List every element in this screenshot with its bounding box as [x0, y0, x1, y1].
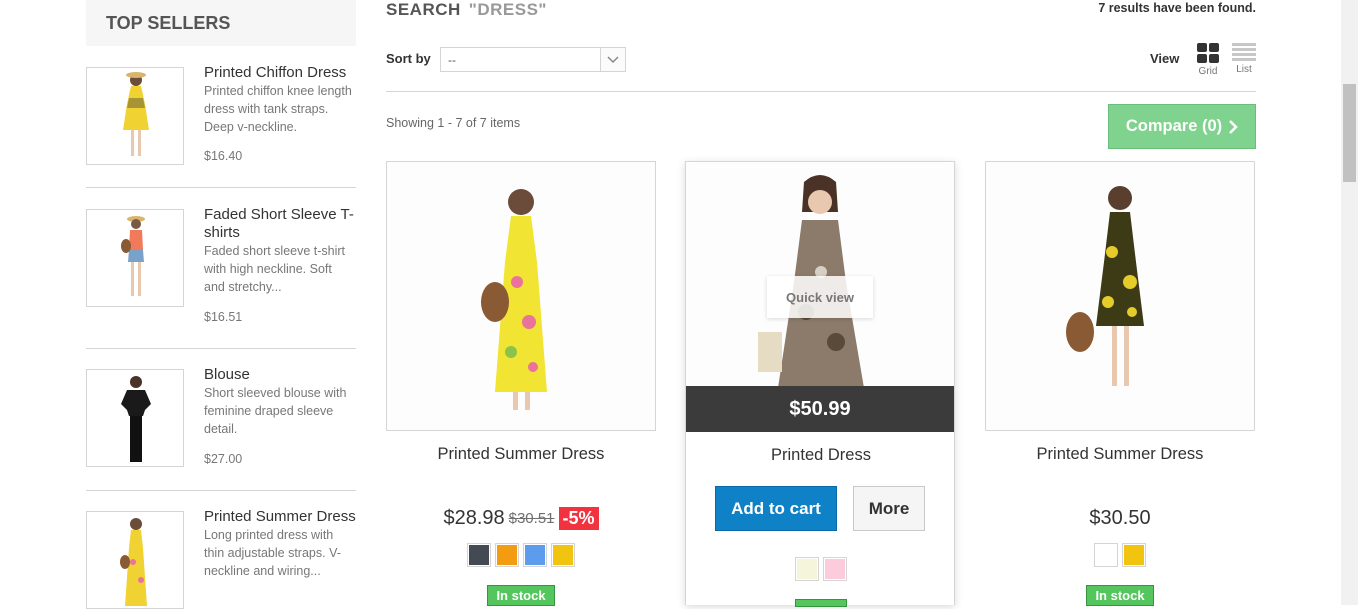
- product-image[interactable]: [985, 161, 1255, 431]
- hover-price: $50.99: [686, 386, 954, 432]
- color-swatch[interactable]: [467, 543, 491, 567]
- top-seller-description: Faded short sleeve t-shirt with high nec…: [204, 244, 346, 294]
- chevron-right-icon: [1229, 119, 1238, 134]
- stock-badge: In stock: [386, 585, 656, 606]
- product-card: Printed Summer Dress $28.98 $30.51 -5% I…: [386, 161, 656, 606]
- divider: [86, 187, 356, 188]
- stock-badge: In stock: [985, 585, 1255, 606]
- top-seller-description: Printed chiffon knee length dress with t…: [204, 84, 352, 134]
- color-swatch[interactable]: [495, 543, 519, 567]
- top-sellers-title: TOP SELLERS: [86, 0, 356, 46]
- product-thumbnail[interactable]: [86, 209, 184, 307]
- page-scrollbar[interactable]: [1341, 0, 1358, 605]
- product-image[interactable]: [386, 161, 656, 431]
- color-swatch[interactable]: [551, 543, 575, 567]
- product-thumbnail[interactable]: [86, 511, 184, 609]
- top-sellers-block: TOP SELLERS Printed Chiffon Dress Printe…: [86, 0, 356, 609]
- sort-select[interactable]: --: [440, 47, 626, 72]
- quick-view-button[interactable]: Quick view: [767, 276, 873, 318]
- product-thumbnail[interactable]: [86, 369, 184, 467]
- color-swatches: [386, 543, 656, 567]
- results-count: 7 results have been found.: [1098, 1, 1256, 15]
- view-label: View: [1150, 51, 1180, 66]
- color-swatch[interactable]: [523, 543, 547, 567]
- search-results: SEARCH "DRESS" 7 results have been found.…: [386, 0, 1259, 607]
- sort-label: Sort by: [386, 51, 431, 66]
- top-seller-description: Long printed dress with thin adjustable …: [204, 528, 341, 578]
- view-list-button[interactable]: List: [1229, 43, 1259, 75]
- add-to-cart-button[interactable]: Add to cart: [715, 486, 837, 531]
- search-heading: SEARCH: [386, 0, 461, 19]
- view-grid-label: Grid: [1198, 66, 1218, 77]
- compare-button[interactable]: Compare (0): [1108, 104, 1256, 149]
- list-view-icon: [1232, 43, 1256, 61]
- color-swatch[interactable]: [1094, 543, 1118, 567]
- scrollbar-thumb[interactable]: [1343, 84, 1356, 182]
- price-row: $28.98 $30.51 -5%: [386, 507, 656, 530]
- compare-label: Compare (0): [1125, 117, 1223, 135]
- product-thumbnail[interactable]: [86, 67, 184, 165]
- product-image[interactable]: Quick view $50.99: [686, 162, 954, 432]
- more-button[interactable]: More: [853, 486, 925, 531]
- top-seller-description: Short sleeved blouse with feminine drape…: [204, 386, 347, 436]
- product-price: $28.98: [443, 507, 505, 529]
- product-price: $30.50: [1089, 507, 1151, 529]
- search-query: "DRESS": [468, 0, 547, 19]
- color-swatch[interactable]: [823, 557, 847, 581]
- chevron-down-icon[interactable]: [600, 48, 625, 71]
- stock-badge: [686, 599, 956, 607]
- view-list-label: List: [1236, 64, 1252, 75]
- color-swatch[interactable]: [1122, 543, 1146, 567]
- divider: [386, 91, 1256, 92]
- view-grid-button[interactable]: Grid: [1193, 43, 1223, 77]
- divider: [86, 348, 356, 349]
- page-title: SEARCH "DRESS": [386, 0, 547, 20]
- discount-badge: -5%: [558, 507, 599, 530]
- top-seller-price: $16.40: [204, 149, 243, 163]
- product-card: Quick view $50.99 Printed Dress Add to c…: [685, 161, 956, 607]
- top-seller-name[interactable]: Blouse: [204, 366, 356, 384]
- divider: [86, 490, 356, 491]
- showing-count: Showing 1 - 7 of 7 items: [386, 116, 521, 130]
- top-seller-name[interactable]: Printed Summer Dress: [204, 508, 356, 526]
- stock-label: In stock: [1086, 585, 1154, 606]
- stock-label: In stock: [487, 585, 555, 606]
- product-name[interactable]: Printed Dress: [686, 446, 956, 465]
- top-seller-price: $27.00: [204, 452, 243, 466]
- top-seller-price: $16.51: [204, 310, 243, 324]
- product-name[interactable]: Printed Summer Dress: [386, 445, 656, 464]
- product-name[interactable]: Printed Summer Dress: [985, 445, 1255, 464]
- top-seller-name[interactable]: Faded Short Sleeve T-shirts: [204, 206, 356, 242]
- color-swatches: [985, 543, 1255, 567]
- old-price: $30.51: [508, 510, 555, 527]
- color-swatch[interactable]: [795, 557, 819, 581]
- price-row: $30.50: [985, 507, 1255, 530]
- top-seller-name[interactable]: Printed Chiffon Dress: [204, 64, 356, 82]
- product-card: Printed Summer Dress $30.50 In stock: [985, 161, 1255, 606]
- color-swatches: [686, 557, 956, 581]
- grid-view-icon: [1197, 43, 1219, 63]
- sort-value: --: [448, 53, 456, 67]
